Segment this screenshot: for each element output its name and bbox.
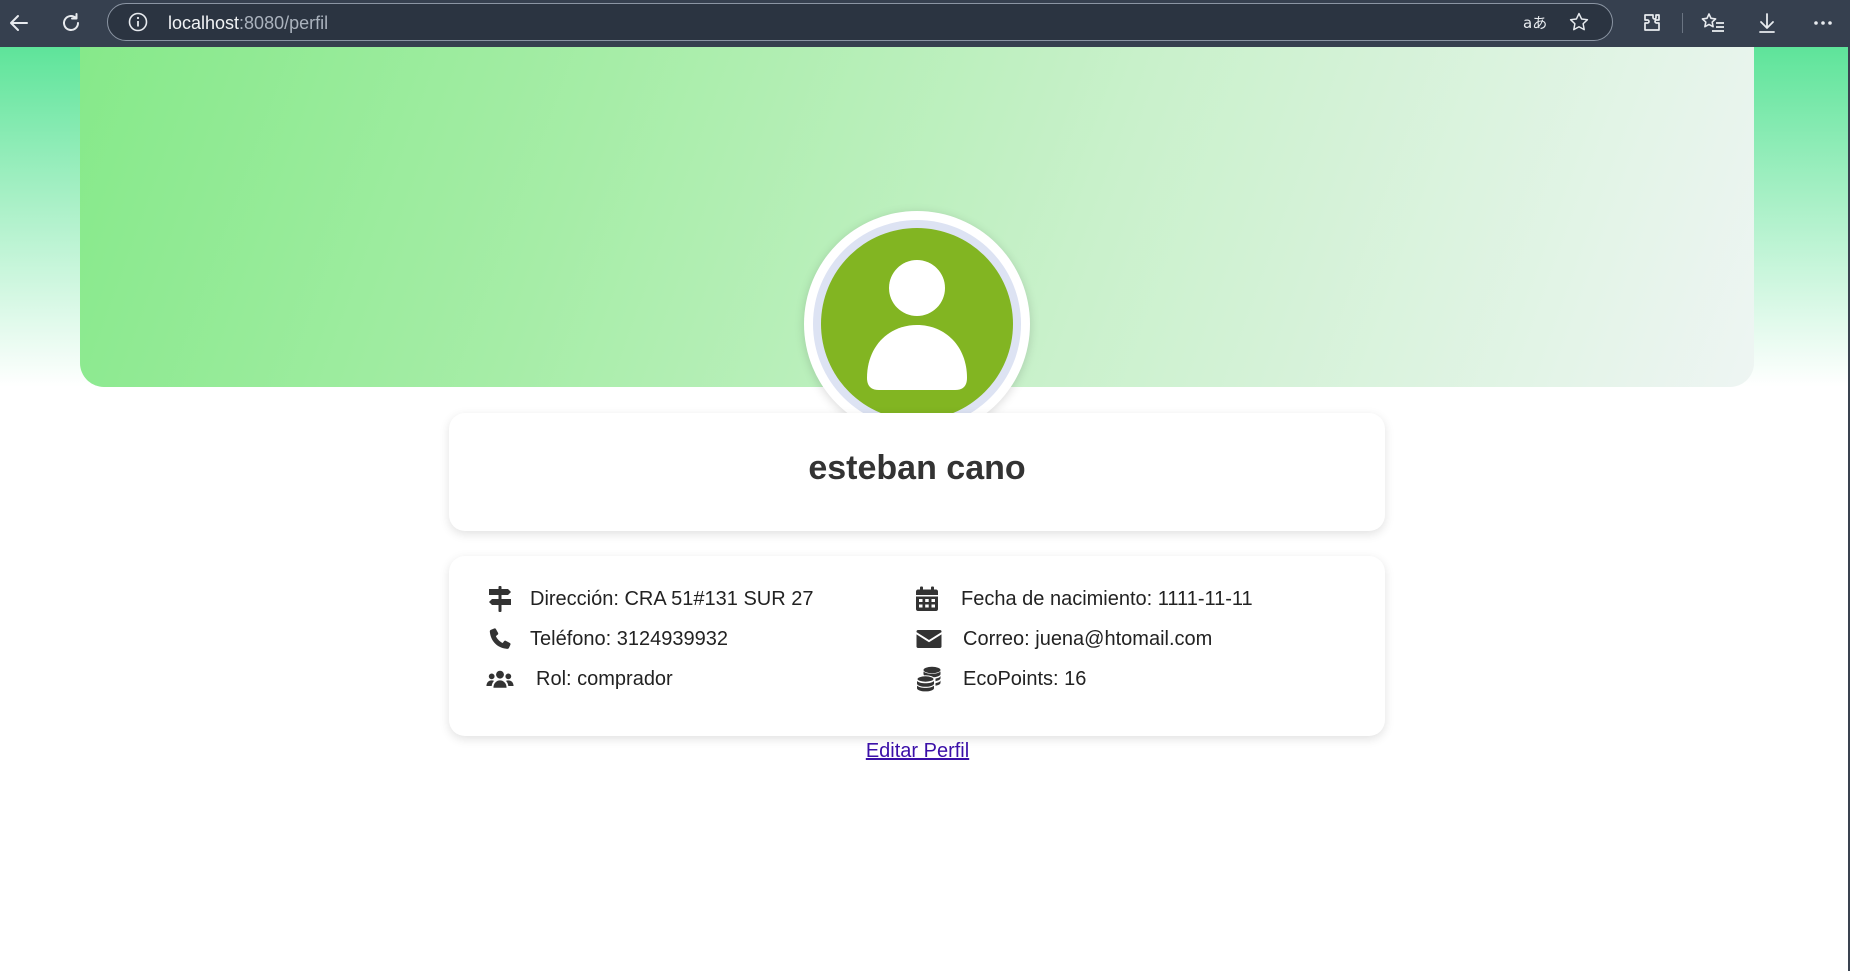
- info-role: Rol: comprador: [486, 665, 673, 693]
- info-card: Dirección: CRA 51#131 SUR 27 Teléfono: 3…: [449, 556, 1385, 736]
- download-icon[interactable]: [1752, 8, 1782, 38]
- avatar: [804, 211, 1030, 437]
- envelope-icon: [915, 625, 943, 653]
- more-menu-icon[interactable]: [1808, 8, 1838, 38]
- info-role-text: Rol: comprador: [536, 667, 673, 690]
- refresh-icon[interactable]: [56, 8, 86, 38]
- users-icon: [486, 665, 514, 693]
- name-card: esteban cano: [449, 413, 1385, 531]
- info-email: Correo: juena@htomail.com: [915, 625, 1212, 653]
- toolbar-divider: [1682, 13, 1683, 33]
- info-ecopoints: EcoPoints: 16: [915, 665, 1086, 693]
- read-aloud-icon[interactable]: aあ: [1522, 12, 1548, 32]
- signpost-icon: [486, 585, 514, 613]
- info-ecopoints-text: EcoPoints: 16: [963, 667, 1087, 690]
- calendar-icon: [913, 585, 941, 613]
- back-arrow-icon[interactable]: [4, 8, 34, 38]
- url-path: :8080/perfil: [239, 13, 329, 33]
- browser-toolbar: localhost:8080/perfil aあ: [0, 0, 1850, 47]
- url-host: localhost: [168, 13, 240, 33]
- edit-profile-container: Editar Perfil: [0, 740, 1835, 763]
- site-info-icon[interactable]: [128, 12, 148, 32]
- address-bar[interactable]: localhost:8080/perfil aあ: [107, 3, 1613, 41]
- extensions-icon[interactable]: [1637, 8, 1667, 38]
- coins-icon: [915, 665, 943, 693]
- edit-profile-link[interactable]: Editar Perfil: [866, 740, 969, 762]
- favorite-star-icon[interactable]: [1568, 11, 1590, 33]
- info-email-text: Correo: juena@htomail.com: [963, 627, 1213, 650]
- profile-name: esteban cano: [808, 449, 1026, 487]
- url-text: localhost:8080/perfil: [168, 13, 328, 34]
- info-address: Dirección: CRA 51#131 SUR 27: [486, 585, 813, 613]
- svg-text:aあ: aあ: [1523, 14, 1547, 32]
- page-viewport: esteban cano Dirección: CRA 51#131 SUR 2…: [0, 47, 1850, 971]
- info-address-text: Dirección: CRA 51#131 SUR 27: [530, 587, 814, 610]
- info-phone-text: Teléfono: 3124939932: [530, 627, 728, 650]
- phone-icon: [486, 625, 514, 653]
- info-birthdate: Fecha de nacimiento: 1111-11-11: [913, 585, 1253, 613]
- info-birthdate-text: Fecha de nacimiento: 1111-11-11: [961, 587, 1253, 610]
- info-phone: Teléfono: 3124939932: [486, 625, 728, 653]
- user-avatar-icon: [821, 228, 1013, 420]
- favorites-list-icon[interactable]: [1698, 8, 1728, 38]
